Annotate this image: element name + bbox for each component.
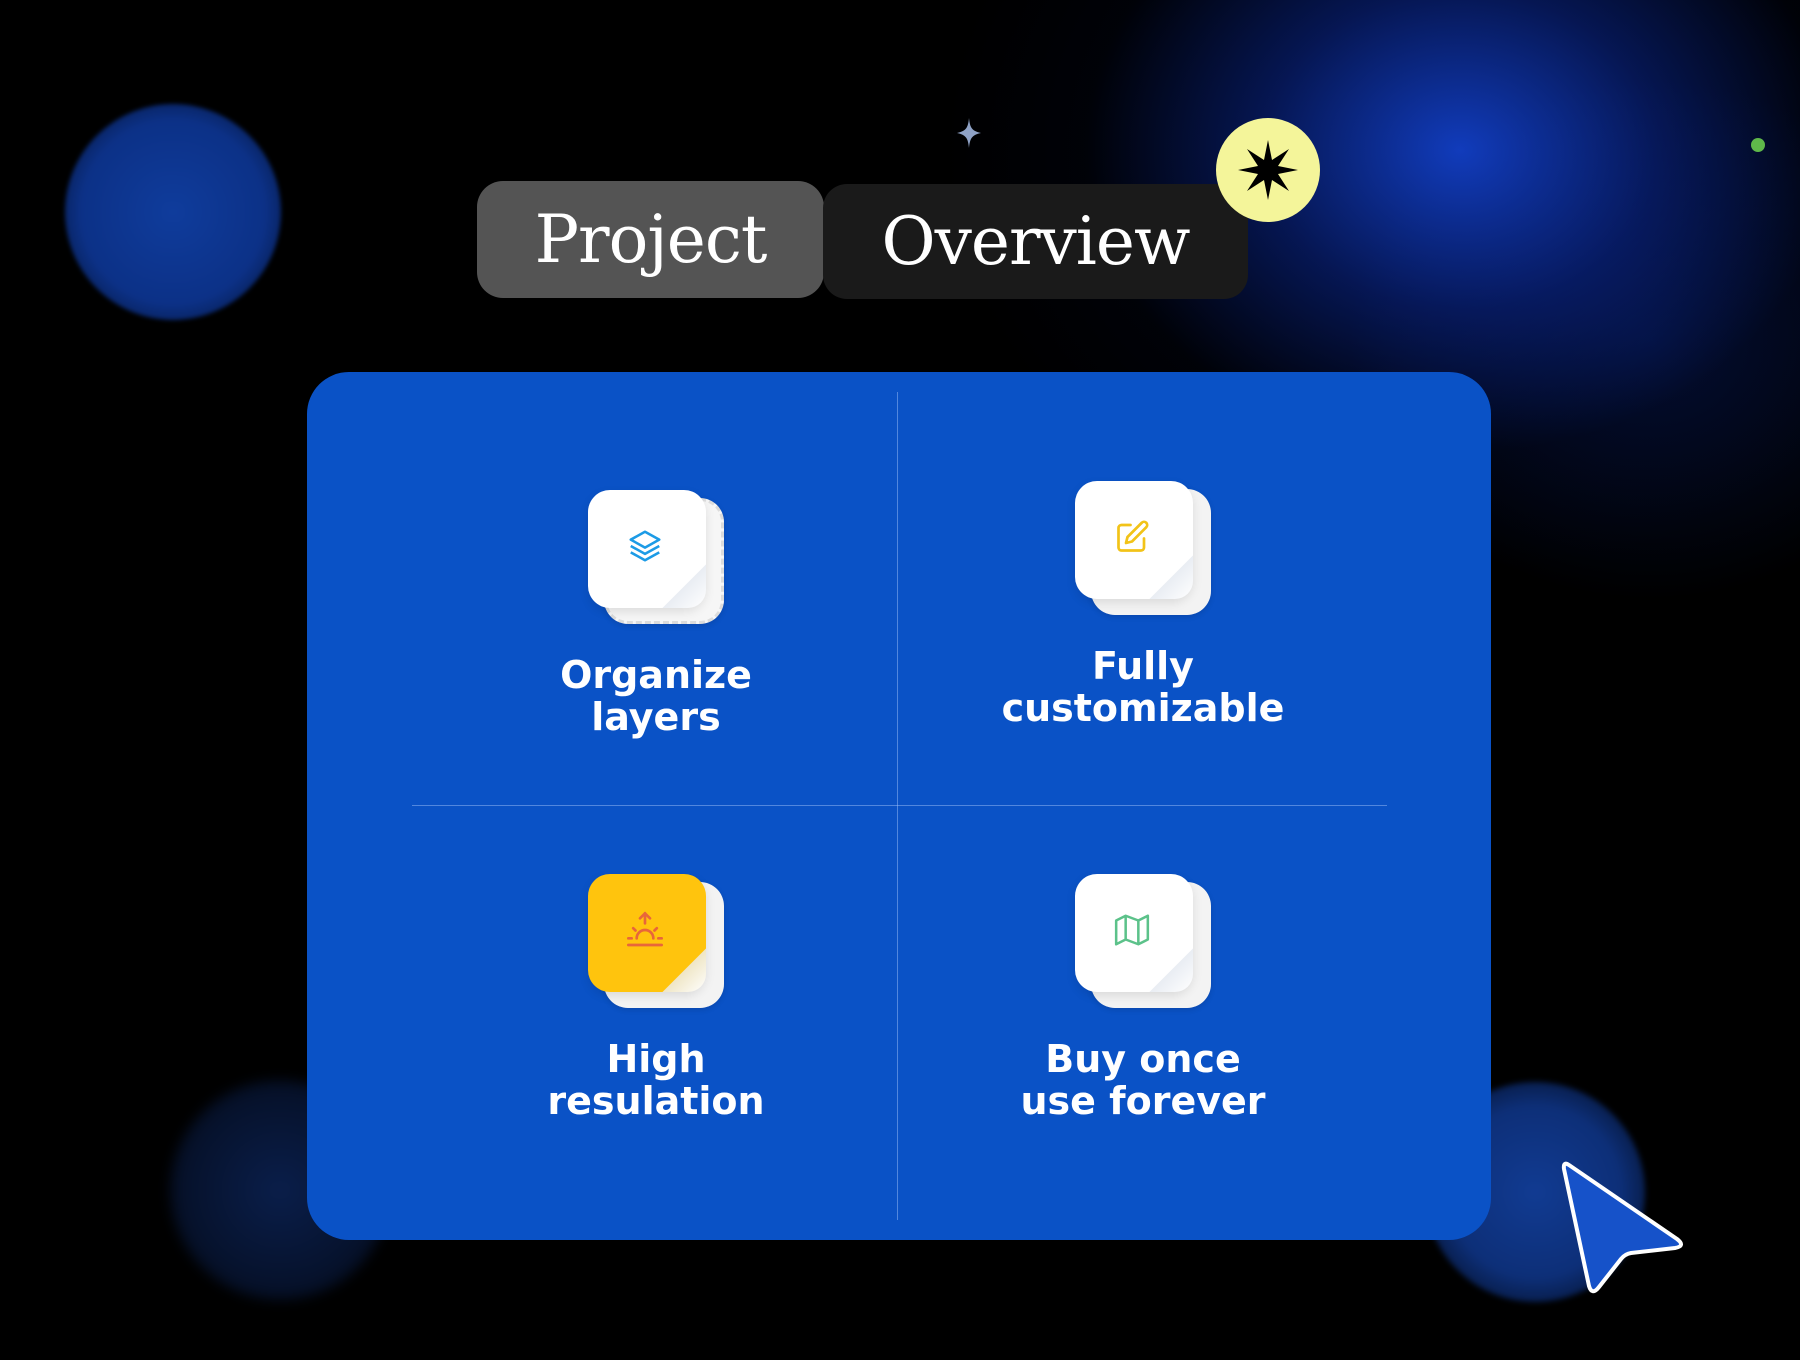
feature-label: Buy once use forever: [1020, 1037, 1266, 1123]
feature-icon-tile: [1075, 874, 1211, 1010]
asterisk-burst-icon: [1238, 140, 1298, 200]
title-overview-text: Overview: [881, 203, 1191, 280]
feature-fully-customizable: Fully customizable: [943, 481, 1343, 729]
feature-buy-once: Buy once use forever: [943, 874, 1343, 1122]
badge: [1216, 118, 1320, 222]
feature-label: Fully customizable: [1001, 644, 1285, 730]
horizontal-divider: [412, 805, 1387, 806]
feature-icon-tile: [588, 490, 724, 626]
feature-icon-tile: [588, 874, 724, 1010]
edit-icon: [1117, 520, 1149, 552]
title-project-text: Project: [534, 201, 768, 278]
vertical-divider: [897, 392, 898, 1220]
sunrise-icon: [627, 911, 663, 947]
feature-label: High resulation: [547, 1037, 765, 1123]
decorative-orb: [65, 104, 281, 320]
map-icon: [1114, 914, 1150, 946]
title-pill-overview: Overview: [823, 184, 1248, 299]
pointer-cursor-icon: [1561, 1161, 1683, 1294]
feature-organize-layers: Organize layers: [456, 490, 856, 738]
green-dot: [1751, 138, 1765, 152]
feature-label: Organize layers: [560, 653, 752, 739]
feature-high-resulation: High resulation: [456, 874, 856, 1122]
feature-icon-tile: [1075, 481, 1211, 617]
layers-icon: [629, 530, 661, 562]
title-pill-project: Project: [477, 181, 824, 298]
sparkle-icon: [957, 118, 981, 148]
